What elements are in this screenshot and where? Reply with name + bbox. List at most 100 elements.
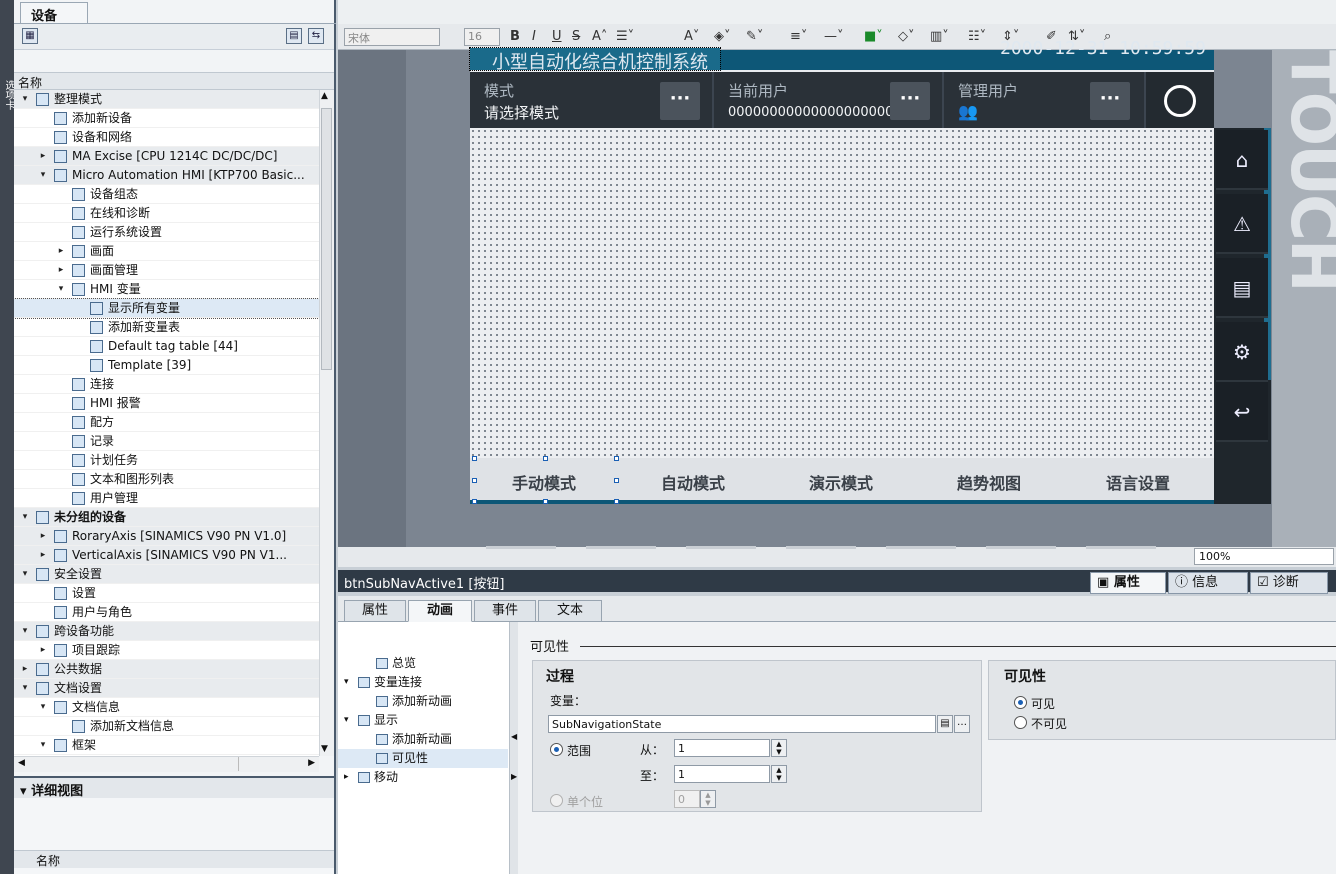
layout-tab[interactable]	[686, 546, 756, 549]
font-size-select[interactable]: 16	[464, 28, 500, 46]
splitter-arrow-icon[interactable]: ▶	[511, 772, 517, 781]
animation-nav-item[interactable]: 添加新动画	[338, 730, 508, 749]
color-pick-icon[interactable]: ■˅	[864, 28, 883, 46]
from-field[interactable]: 1	[674, 739, 770, 757]
collapse-arrow-icon[interactable]: ▸	[38, 527, 48, 545]
selection-handle[interactable]	[472, 478, 477, 483]
scroll-right-icon[interactable]: ▶	[308, 758, 315, 768]
refresh-icon[interactable]: ⇆	[308, 28, 324, 44]
layout-tab[interactable]	[586, 546, 656, 549]
subtab-animation[interactable]: 动画	[408, 600, 472, 622]
tree-item[interactable]: ▸ 画面管理	[14, 261, 319, 280]
layout-tab[interactable]	[1086, 546, 1156, 549]
tree-item[interactable]: 在线和诊断	[14, 204, 319, 223]
fill-color-icon[interactable]: ◈˅	[714, 28, 731, 46]
distribute-icon[interactable]: ☷˅	[968, 28, 986, 46]
tree-item[interactable]: ▾ 文档设置	[14, 679, 319, 698]
animation-nav-item[interactable]: 添加新动画	[338, 692, 508, 711]
tree-item[interactable]: ▾ Micro Automation HMI [KTP700 Basic...	[14, 166, 319, 185]
single-bit-radio[interactable]	[550, 794, 563, 807]
selection-handle[interactable]	[472, 499, 477, 504]
overview-icon[interactable]: ▤	[286, 28, 302, 44]
animation-nav-item[interactable]: ▾ 显示	[338, 711, 508, 730]
tree-item[interactable]: ▸ VerticalAxis [SINAMICS V90 PN V1...	[14, 546, 319, 565]
tab-diagnostics[interactable]: ☑ 诊断	[1250, 572, 1328, 594]
devices-tab[interactable]: 设备	[20, 2, 88, 24]
strikethrough-icon[interactable]: S	[572, 28, 580, 46]
bit-field[interactable]: 0	[674, 790, 700, 808]
scroll-down-icon[interactable]: ▼	[321, 744, 328, 754]
trend-view-button[interactable]: 趋势视图	[957, 470, 1021, 494]
selection-handle[interactable]	[614, 478, 619, 483]
left-collapsed-strip[interactable]: 选项卡	[0, 0, 14, 874]
variable-browse-button[interactable]: …	[954, 715, 970, 733]
font-family-select[interactable]: 宋体	[344, 28, 440, 46]
admin-user-more-button[interactable]: ···	[1090, 82, 1130, 120]
selection-handle[interactable]	[472, 456, 477, 461]
collapse-arrow-icon[interactable]: ▸	[344, 768, 349, 787]
bold-icon[interactable]: B	[510, 28, 520, 46]
layout-tab[interactable]	[986, 546, 1056, 549]
tree-item[interactable]: 设备组态	[14, 185, 319, 204]
tab-properties[interactable]: ▣ 属性	[1090, 572, 1166, 594]
alarm-warning-icon[interactable]: ⚠	[1216, 194, 1268, 254]
bit-spinner[interactable]: ▲ ▼	[700, 790, 716, 808]
expand-arrow-icon[interactable]: ▾	[20, 90, 30, 108]
hmi-content-area[interactable]	[470, 128, 1214, 458]
selection-handle[interactable]	[543, 456, 548, 461]
expand-arrow-icon[interactable]: ▾	[20, 679, 30, 697]
expand-arrow-icon[interactable]: ▾	[20, 622, 30, 640]
tree-item[interactable]: 用户与角色	[14, 603, 319, 622]
subtab-texts[interactable]: 文本	[538, 600, 602, 622]
tree-item[interactable]: 设置	[14, 584, 319, 603]
scroll-left-icon[interactable]: ◀	[18, 758, 25, 768]
hscroll-grip[interactable]	[238, 757, 250, 771]
expand-arrow-icon[interactable]: ▾	[38, 698, 48, 716]
collapse-arrow-icon[interactable]: ▸	[20, 660, 30, 678]
variable-field[interactable]: SubNavigationState	[548, 715, 936, 733]
to-field[interactable]: 1	[674, 765, 770, 783]
collapse-arrow-icon[interactable]: ▸	[38, 641, 48, 659]
layout-tab[interactable]	[486, 546, 556, 549]
tree-horizontal-scrollbar[interactable]: ◀ ▶	[14, 756, 319, 772]
tree-item[interactable]: 文本和图形列表	[14, 470, 319, 489]
range-radio[interactable]	[550, 743, 563, 756]
back-arrow-icon[interactable]: ↩	[1216, 382, 1268, 442]
animation-nav-item[interactable]: ▾ 变量连接	[338, 673, 508, 692]
tree-item[interactable]: ▾ 安全设置	[14, 565, 319, 584]
current-user-more-button[interactable]: ···	[890, 82, 930, 120]
variable-list-icon[interactable]: ▤	[937, 715, 953, 733]
align-objects-icon[interactable]: ▥˅	[930, 28, 949, 46]
tree-item[interactable]: 设备和网络	[14, 128, 319, 147]
expand-arrow-icon[interactable]: ▾	[20, 565, 30, 583]
tree-item[interactable]: 运行系统设置	[14, 223, 319, 242]
manual-mode-button[interactable]: 手动模式	[512, 470, 576, 494]
tree-item[interactable]: HMI 报警	[14, 394, 319, 413]
tree-item[interactable]: 记录	[14, 432, 319, 451]
tree-item[interactable]: Template [39]	[14, 356, 319, 375]
tab-info[interactable]: ⓘ 信息	[1168, 572, 1248, 594]
expand-arrow-icon[interactable]: ▾	[344, 711, 349, 730]
line-width-icon[interactable]: ≡˅	[790, 28, 807, 46]
subtab-properties[interactable]: 属性	[344, 600, 406, 622]
tree-item[interactable]: ▸ 公共数据	[14, 660, 319, 679]
layout-tab[interactable]	[886, 546, 956, 549]
expand-arrow-icon[interactable]: ▾	[56, 280, 66, 298]
selection-handle[interactable]	[614, 499, 619, 504]
auto-mode-button[interactable]: 自动模式	[661, 470, 725, 494]
tree-item[interactable]: ▾ HMI 变量	[14, 280, 319, 299]
tree-item[interactable]: ▾ 未分组的设备	[14, 508, 319, 527]
tree-item[interactable]: 用户管理	[14, 489, 319, 508]
align-text-icon[interactable]: ☰˅	[616, 28, 634, 46]
detail-view-header[interactable]: ▾ 详细视图	[14, 776, 334, 799]
tree-item[interactable]: ▾ 整理模式	[14, 90, 319, 109]
mode-more-button[interactable]: ···	[660, 82, 700, 120]
hmi-title[interactable]: 小型自动化综合机控制系统	[469, 47, 721, 71]
line-color-icon[interactable]: ✎˅	[746, 28, 763, 46]
animation-nav-item[interactable]: 可见性	[338, 749, 508, 768]
tree-item[interactable]: 添加新设备	[14, 109, 319, 128]
tree-item[interactable]: ▸ RoraryAxis [SINAMICS V90 PN V1.0]	[14, 527, 319, 546]
collapse-chevron-icon[interactable]: ▾	[20, 784, 31, 799]
selection-handle[interactable]	[614, 456, 619, 461]
scroll-up-icon[interactable]: ▲	[321, 91, 328, 101]
